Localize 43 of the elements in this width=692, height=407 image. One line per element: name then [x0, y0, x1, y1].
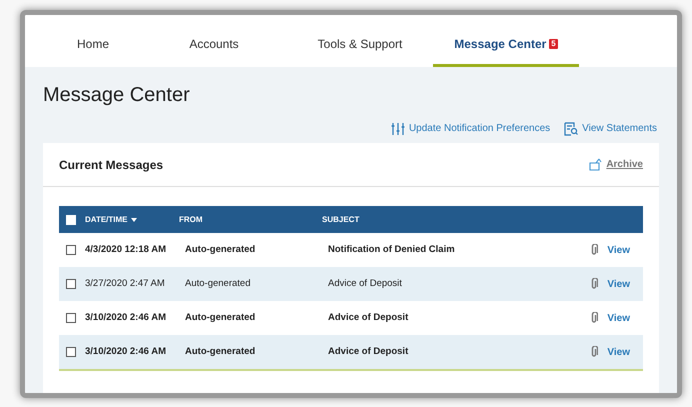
checkbox[interactable] [66, 313, 76, 323]
paperclip-icon [590, 278, 598, 290]
date-cell-text: 3/27/2020 2:47 AM [85, 276, 166, 291]
page-title: Message Center [43, 83, 191, 107]
subject-cell-text: Advice of Deposit [328, 310, 410, 325]
checkbox[interactable] [66, 245, 76, 255]
subject-cell-text: Advice of Deposit [328, 276, 403, 291]
sender-cell-text: Auto-generated [185, 276, 252, 291]
column-header: SUBJECT [322, 214, 360, 226]
column-header[interactable]: DATE/TIME [85, 214, 179, 226]
view-link[interactable]: View [607, 310, 630, 326]
message-row[interactable]: 3/10/2020 2:46 AM Auto-generated Advice of Deposit View [59, 335, 643, 369]
checkbox[interactable] [66, 347, 76, 357]
date-cell-text: 3/10/2020 2:46 AM [85, 344, 167, 359]
view-link[interactable]: View [607, 344, 630, 360]
paperclip-icon [590, 244, 598, 256]
archive-link[interactable]: Archive [589, 157, 643, 172]
view-link[interactable]: View [607, 242, 630, 258]
sender-cell-text: Auto-generated [185, 310, 256, 325]
nav-tab[interactable]: Tools & Support [287, 23, 433, 67]
paperclip-icon [590, 312, 598, 324]
sliders-icon [390, 122, 405, 136]
archive-icon [589, 158, 604, 171]
date-cell-text: 4/3/2020 12:18 AM [85, 242, 167, 257]
nav-tab[interactable]: Accounts [141, 23, 287, 67]
statements-link[interactable]: View Statements [564, 121, 657, 136]
sender-cell-text: Auto-generated [185, 242, 256, 257]
checkbox[interactable] [66, 214, 76, 224]
paperclip-icon [590, 346, 598, 358]
sender-cell-text: Auto-generated [185, 344, 256, 359]
message-row[interactable]: 3/27/2020 2:47 AM Auto-generated Advice of Deposit View [59, 267, 643, 301]
nav-tab[interactable]: Home [45, 23, 141, 67]
subject-cell-text: Advice of Deposit [328, 344, 410, 359]
document-search-icon [564, 122, 578, 136]
subject-cell-text: Notification of Denied Claim [328, 242, 456, 257]
column-header: FROM [179, 214, 204, 226]
preferences-link[interactable]: Update Notification Preferences [390, 121, 550, 136]
checkbox[interactable] [66, 279, 76, 289]
view-link[interactable]: View [607, 276, 630, 292]
date-cell-text: 3/10/2020 2:46 AM [85, 310, 167, 325]
sort-caret-icon [130, 218, 137, 222]
count-badge: 5 [549, 38, 558, 48]
card-title: Current Messages [59, 156, 164, 174]
